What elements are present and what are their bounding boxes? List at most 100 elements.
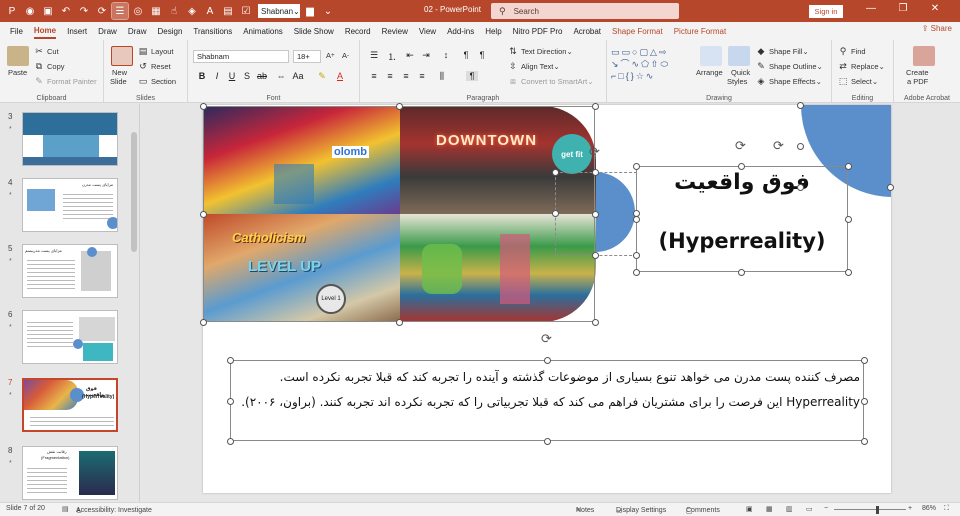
rtl-icon[interactable]: ¶: [476, 50, 488, 60]
resize-handle[interactable]: [200, 211, 207, 218]
align-left-icon[interactable]: ≡: [368, 71, 380, 81]
reading-view-icon[interactable]: ▥: [786, 505, 793, 513]
zoom-out-icon[interactable]: −: [824, 505, 828, 512]
section-button[interactable]: ▭ Section: [138, 76, 176, 86]
slide-thumb-6[interactable]: [22, 310, 118, 364]
resize-handle[interactable]: [845, 269, 852, 276]
paste-button[interactable]: Paste: [8, 68, 27, 77]
arrange-button[interactable]: Arrange: [696, 68, 723, 77]
resize-handle[interactable]: [633, 163, 640, 170]
bullets-icon[interactable]: ☰: [368, 50, 380, 61]
resize-handle[interactable]: [544, 357, 551, 364]
tab-draw-2[interactable]: Draw: [128, 25, 147, 38]
new-slide-label[interactable]: Slide: [110, 77, 127, 86]
resize-handle[interactable]: [592, 103, 599, 110]
format-painter-button[interactable]: ✎ Format Painter: [34, 76, 96, 86]
tab-slide-show[interactable]: Slide Show: [294, 25, 334, 38]
undo-icon[interactable]: ↶: [58, 3, 74, 19]
case-icon[interactable]: Aa: [292, 71, 304, 81]
rtl-paragraph-icon[interactable]: ¶: [466, 71, 478, 81]
select-button[interactable]: ⬚ Select ⌄: [838, 76, 878, 86]
zoom-level[interactable]: 86%: [922, 505, 936, 512]
tab-transitions[interactable]: Transitions: [193, 25, 232, 38]
ltr-icon[interactable]: ¶: [460, 50, 472, 60]
sign-in-button[interactable]: Sign in: [809, 5, 843, 18]
text-direction-button[interactable]: ⇅ Text Direction ⌄: [508, 46, 573, 56]
convert-smartart-button[interactable]: ⧈ Convert to SmartArt ⌄: [508, 76, 593, 86]
create-pdf-label[interactable]: a PDF: [907, 77, 928, 86]
picture-icon[interactable]: ▦: [148, 3, 164, 19]
align-right-icon[interactable]: ≡: [400, 71, 412, 81]
increase-indent-icon[interactable]: ⇥: [420, 50, 432, 61]
zoom-in-icon[interactable]: +: [908, 505, 912, 512]
justify-icon[interactable]: ≡: [416, 71, 428, 81]
tab-add-ins[interactable]: Add-ins: [447, 25, 474, 38]
resize-handle[interactable]: [396, 103, 403, 110]
align-center-icon[interactable]: ≡: [384, 71, 396, 81]
tab-nitro[interactable]: Nitro PDF Pro: [513, 25, 563, 38]
tab-view[interactable]: View: [419, 25, 436, 38]
bold-icon[interactable]: B: [196, 71, 208, 81]
tab-draw[interactable]: Draw: [98, 25, 117, 38]
fit-slide-icon[interactable]: ⛶: [944, 505, 949, 513]
line-spacing-icon[interactable]: ↕: [440, 50, 452, 60]
resize-handle[interactable]: [396, 319, 403, 326]
create-pdf-button[interactable]: Create: [906, 68, 929, 77]
highlight-icon[interactable]: ✎: [316, 71, 328, 82]
resize-handle[interactable]: [592, 211, 599, 218]
slideshow-icon[interactable]: ⟳: [94, 3, 110, 19]
slide-sorter-icon[interactable]: ▦: [766, 505, 773, 513]
tab-animations[interactable]: Animations: [243, 25, 283, 38]
resize-handle[interactable]: [592, 319, 599, 326]
slide-thumb-7[interactable]: فوق واقعیت (Hyperreality): [22, 378, 118, 432]
shapes-icon[interactable]: ◈: [184, 3, 200, 19]
resize-handle[interactable]: [544, 438, 551, 445]
tab-home[interactable]: Home: [33, 24, 57, 39]
tab-file[interactable]: File: [10, 25, 23, 38]
resize-handle[interactable]: [861, 398, 868, 405]
font-name-box[interactable]: Shabnam: [193, 50, 289, 63]
italic-icon[interactable]: I: [211, 71, 223, 81]
resize-handle[interactable]: [633, 210, 640, 217]
resize-handle[interactable]: [738, 269, 745, 276]
scrollbar-thumb[interactable]: [131, 132, 137, 252]
resize-handle[interactable]: [633, 252, 640, 259]
tab-acrobat[interactable]: Acrobat: [573, 25, 601, 38]
touch-icon[interactable]: ☝: [166, 3, 182, 19]
spacing-icon[interactable]: ⇔: [275, 71, 287, 81]
rotate-handle-icon[interactable]: ⟳: [773, 138, 784, 154]
resize-handle[interactable]: [200, 319, 207, 326]
cut-button[interactable]: ✂ Cut: [34, 46, 58, 56]
checkbox-icon[interactable]: ☑: [238, 3, 254, 19]
rotate-handle-icon[interactable]: ⟳: [541, 331, 552, 347]
shape-fill-button[interactable]: ◆ Shape Fill ⌄: [756, 46, 809, 56]
resize-handle[interactable]: [592, 252, 599, 259]
underline-icon[interactable]: U: [226, 71, 238, 81]
resize-handle[interactable]: [797, 143, 804, 150]
slide-thumb-5[interactable]: مزایای پست مدرنیسم: [22, 244, 118, 298]
resize-handle[interactable]: [797, 184, 804, 191]
resize-handle[interactable]: [845, 163, 852, 170]
new-slide-button[interactable]: New: [112, 68, 127, 77]
resize-handle[interactable]: [200, 103, 207, 110]
tab-help[interactable]: Help: [485, 25, 501, 38]
color-icon[interactable]: ▆: [302, 3, 318, 19]
copy-button[interactable]: ⧉ Copy: [34, 61, 65, 71]
shape-effects-button[interactable]: ◈ Shape Effects ⌄: [756, 76, 822, 86]
resize-handle[interactable]: [738, 163, 745, 170]
slide-thumb-3[interactable]: [22, 112, 118, 166]
slide-thumb-4[interactable]: مزایای پست مدرن: [22, 178, 118, 232]
share-button[interactable]: ⇪ Share: [922, 24, 952, 33]
resize-handle[interactable]: [227, 357, 234, 364]
replace-button[interactable]: ⇄ Replace ⌄: [838, 61, 885, 71]
resize-handle[interactable]: [861, 357, 868, 364]
tab-insert[interactable]: Insert: [67, 25, 87, 38]
zoom-slider-track[interactable]: [834, 509, 906, 510]
tab-review[interactable]: Review: [382, 25, 408, 38]
resize-handle[interactable]: [887, 184, 894, 191]
resize-handle[interactable]: [797, 102, 804, 109]
resize-handle[interactable]: [227, 398, 234, 405]
rotate-handle-icon[interactable]: ⟳: [735, 138, 746, 154]
align-text-button[interactable]: ⇳ Align Text ⌄: [508, 61, 559, 71]
resize-handle[interactable]: [633, 269, 640, 276]
